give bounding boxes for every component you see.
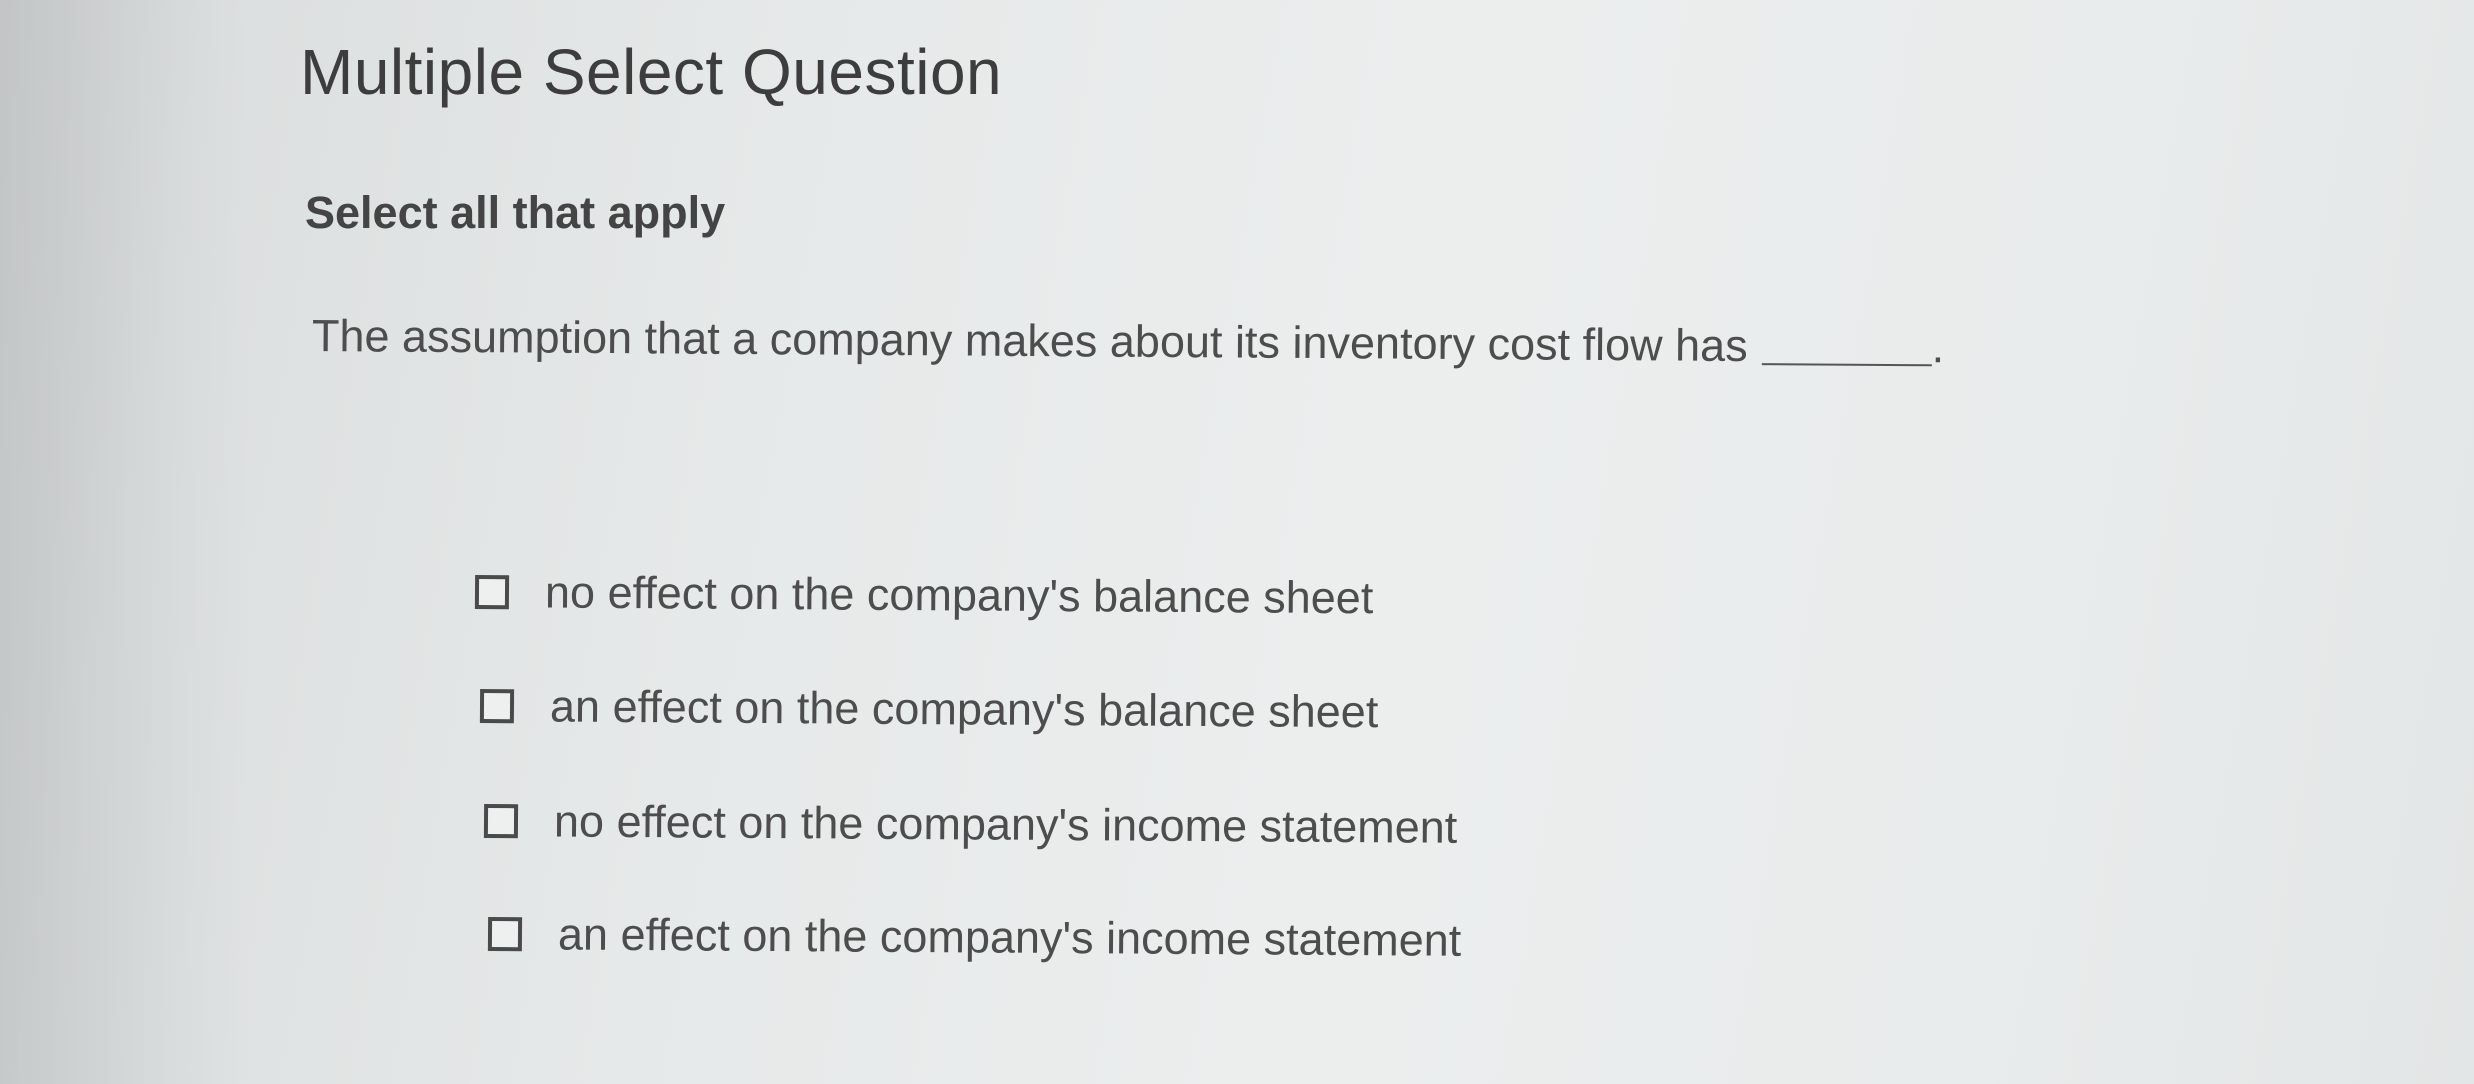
background-shade [0,0,250,1084]
question-type-title: Multiple Select Question [300,36,1003,108]
prompt-end: . [1931,321,1945,373]
answer-option[interactable]: an effect on the company's income statem… [487,908,1462,967]
option-label: an effect on the company's balance sheet [549,680,1379,738]
answer-option[interactable]: an effect on the company's balance sheet [479,680,1379,738]
prompt-text: The assumption that a company makes abou… [311,310,1748,372]
option-label: no effect on the company's income statem… [553,795,1458,853]
fill-in-blank [1761,363,1932,367]
checkbox[interactable] [479,689,515,724]
answer-option[interactable]: no effect on the company's balance sheet [474,566,1374,624]
option-label: no effect on the company's balance sheet [544,566,1374,624]
checkbox[interactable] [474,575,510,610]
instruction-text: Select all that apply [305,187,726,238]
checkbox[interactable] [483,804,519,839]
checkbox[interactable] [487,917,523,952]
option-label: an effect on the company's income statem… [557,908,1462,966]
answer-option[interactable]: no effect on the company's income statem… [483,795,1458,854]
question-prompt: The assumption that a company makes abou… [312,310,1945,373]
